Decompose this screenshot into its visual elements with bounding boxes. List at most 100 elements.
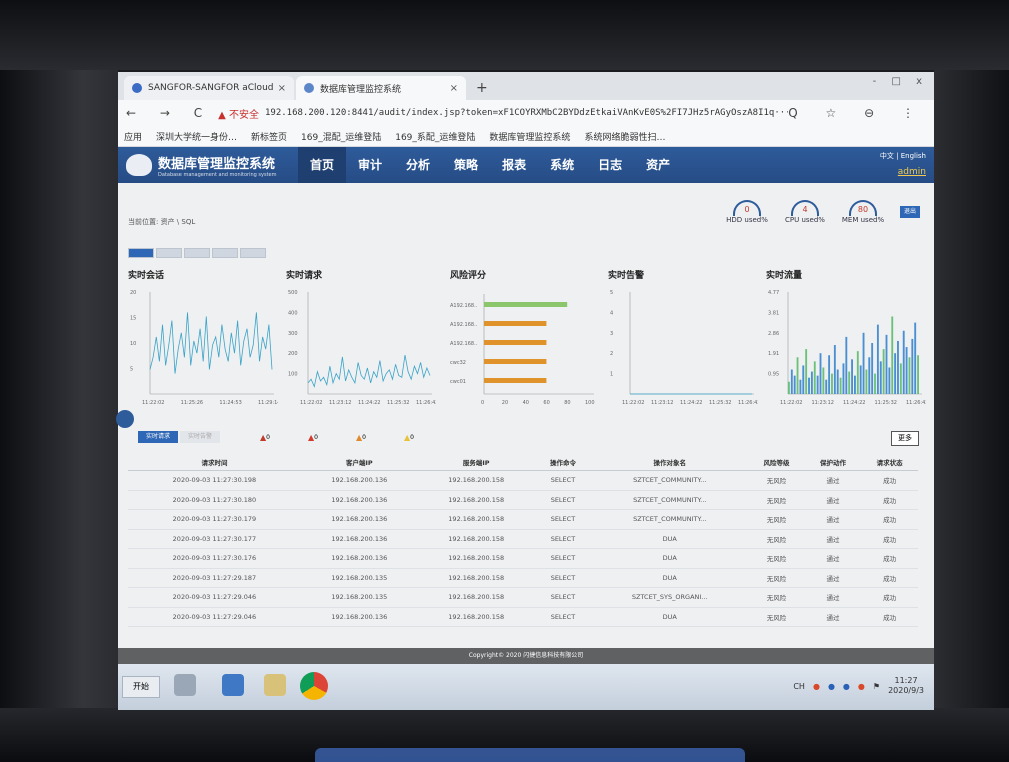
column-header[interactable]: 服务端IP [417, 454, 535, 471]
table-cell: 成功 [861, 607, 918, 627]
dashboard-tab[interactable] [128, 248, 154, 258]
exit-button[interactable]: 退出 [900, 206, 920, 218]
y-tick-label: 5 [610, 290, 613, 296]
chart-title: 实时会话 [128, 271, 165, 281]
y-tick-label: 500 [288, 290, 298, 296]
table-cell: 通过 [804, 548, 862, 569]
dashboard-tab[interactable] [156, 248, 182, 258]
table-row[interactable]: 2020-09-03 11:27:29.046 192.168.200.136 19… [128, 607, 918, 627]
gauge-value: 80 [849, 200, 877, 216]
x-tick-label: 11:25:32 [709, 400, 731, 406]
start-button[interactable]: 开始 [122, 676, 160, 698]
dashboard-tab[interactable] [212, 248, 238, 258]
table-row[interactable]: 2020-09-03 11:27:30.177 192.168.200.136 19… [128, 529, 918, 549]
table-cell: 192.168.200.158 [417, 568, 535, 588]
table-cell: 无风险 [748, 490, 805, 510]
traffic-chart-svg: 4.77 3.81 2.86 1.91 0.95 11:22:02 11:23:12 11:2… [768, 290, 926, 406]
breadcrumb: 当前位置: 资产 \ SQL [128, 218, 196, 226]
chart-title: 实时请求 [286, 271, 323, 281]
column-header[interactable]: 操作对象名 [591, 454, 749, 471]
chrome-icon[interactable] [300, 672, 328, 700]
y-tick-label: 400 [288, 310, 298, 316]
table-cell: 192.168.200.136 [300, 470, 418, 491]
table-header-row: 请求时间 客户端IP 服务端IP 操作命令 操作对象名 风险等级 保护动作 请求状态 [128, 454, 918, 471]
table-row[interactable]: 2020-09-03 11:27:30.179 192.168.200.136 19… [128, 509, 918, 530]
request-table: 请求时间 客户端IP 服务端IP 操作命令 操作对象名 风险等级 保护动作 请求状态 2020… [128, 454, 918, 627]
series-line [307, 355, 431, 388]
table-cell: 192.168.200.136 [300, 509, 418, 530]
table-row[interactable]: 2020-09-03 11:27:30.180 192.168.200.136 19… [128, 490, 918, 510]
hdd-gauge: 0 HDD used% [718, 200, 776, 224]
column-header[interactable]: 客户端IP [300, 454, 418, 471]
monitor-bezel-top [0, 0, 1009, 70]
x-tick-label: 11:22:02 [300, 400, 322, 406]
flag-icon[interactable]: ⚑ [873, 682, 880, 691]
table-cell: 无风险 [748, 529, 805, 549]
table-cell: DUA [591, 568, 749, 588]
column-header[interactable]: 操作命令 [534, 454, 592, 471]
x-tick-label: 11:26:42 [906, 400, 926, 406]
table-cell: SELECT [534, 490, 592, 510]
table-cell: 192.168.200.158 [417, 587, 535, 608]
security-icon[interactable]: ● [813, 682, 820, 691]
alert-count: 0 [410, 433, 414, 441]
tab-realtime-alerts[interactable]: 实时告警 [180, 431, 220, 443]
table-cell: SELECT [534, 529, 592, 549]
column-header[interactable]: 保护动作 [804, 454, 862, 471]
x-tick-label: 11:23:12 [651, 400, 673, 406]
table-row[interactable]: 2020-09-03 11:27:29.046 192.168.200.135 19… [128, 587, 918, 608]
y-tick-label: 100 [288, 372, 298, 378]
x-tick-label: 20 [502, 400, 508, 406]
tab-realtime-requests[interactable]: 实时请求 [138, 431, 178, 443]
table-cell: 通过 [804, 490, 862, 510]
table-cell: 2020-09-03 11:27:30.198 [128, 470, 301, 491]
category-label: A192.168.. [450, 303, 478, 309]
side-toggle-icon[interactable] [116, 410, 134, 428]
traffic-bar [891, 316, 894, 394]
x-tick-label: 40 [523, 400, 529, 406]
table-row[interactable]: 2020-09-03 11:27:30.176 192.168.200.136 19… [128, 548, 918, 569]
traffic-bar [833, 345, 836, 394]
app-icon[interactable] [222, 674, 244, 696]
table-cell: 通过 [804, 607, 862, 627]
clock[interactable]: 11:27 2020/9/3 [888, 676, 924, 696]
gauge-value: 4 [791, 200, 819, 216]
x-tick-label: 11:24:22 [358, 400, 380, 406]
table-cell: 2020-09-03 11:27:29.046 [128, 587, 301, 608]
antivirus-icon[interactable]: ● [858, 682, 865, 691]
column-header[interactable]: 风险等级 [748, 454, 805, 471]
risk-bar [484, 302, 568, 307]
table-row[interactable]: 2020-09-03 11:27:29.187 192.168.200.135 19… [128, 568, 918, 588]
dashboard-tab[interactable] [184, 248, 210, 258]
traffic-bar [828, 355, 831, 394]
computer-icon[interactable] [174, 674, 196, 696]
table-cell: 无风险 [748, 568, 805, 588]
system-tray: CH ● ● ● ● ⚑ 11:27 2020/9/3 [793, 676, 924, 696]
x-tick-label: 11:23:12 [329, 400, 351, 406]
dashboard-tabs [128, 248, 268, 258]
traffic-bar [793, 375, 796, 394]
traffic-bar [862, 332, 865, 394]
traffic-bar [882, 349, 885, 394]
table-cell: SELECT [534, 470, 592, 491]
column-header[interactable]: 请求状态 [861, 454, 918, 471]
folder-icon[interactable] [264, 674, 286, 696]
y-tick-label: 5 [130, 367, 133, 373]
table-cell: 通过 [804, 470, 862, 491]
table-cell: 2020-09-03 11:27:30.177 [128, 529, 301, 549]
risk-bar [484, 321, 547, 326]
alerts-chart: 实时告警 5 4 3 2 1 11:22:02 11:23:12 11:24:22 11:25:3… [608, 268, 764, 418]
x-tick-label: 11:25:32 [387, 400, 409, 406]
table-cell: SZTCET_SYS_ORGANI... [591, 587, 749, 608]
table-cell: 成功 [861, 509, 918, 530]
traffic-bar [788, 381, 790, 394]
dashboard-tab[interactable] [240, 248, 266, 258]
network-icon[interactable]: ● [843, 682, 850, 691]
alert-count: 0 [362, 433, 366, 441]
chart-title: 实时流量 [766, 271, 803, 281]
more-button[interactable]: 更多 [891, 431, 919, 446]
table-row[interactable]: 2020-09-03 11:27:30.198 192.168.200.136 19… [128, 470, 918, 491]
column-header[interactable]: 请求时间 [128, 454, 301, 471]
help-icon[interactable]: ● [828, 682, 835, 691]
input-method[interactable]: CH [793, 682, 805, 691]
